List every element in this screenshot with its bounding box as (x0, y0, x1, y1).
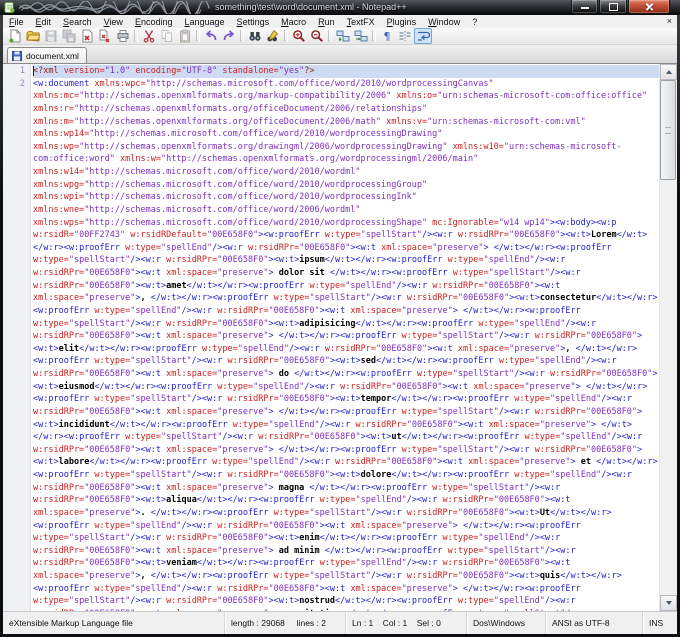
redaction-scribble (17, 1, 212, 14)
notepadpp-window: something\test\word\document.xml - Notep… (0, 0, 680, 637)
status-doc-type: eXtensible Markup Language file (3, 612, 224, 634)
cut-button[interactable] (140, 28, 158, 44)
toolbar-separator (372, 30, 376, 42)
vertical-scrollbar[interactable] (659, 64, 677, 611)
sync-scroll-horizontal-button[interactable] (352, 28, 370, 44)
tab-label: document.xml (26, 51, 79, 61)
open-file-button[interactable] (24, 28, 42, 44)
status-length-lines: length : 29068 lines : 2 (224, 612, 345, 634)
editor-pane[interactable]: 1 2 <?xml version="1.0" encoding="UTF-8"… (3, 63, 677, 611)
minimize-button[interactable] (571, 0, 598, 14)
text-caret (33, 66, 34, 76)
toolbar-separator (134, 30, 138, 42)
menu-textfx[interactable]: TextFX (341, 17, 381, 27)
notepadpp-logo-icon (4, 2, 15, 13)
code-line-1[interactable]: <?xml version="1.0" encoding="UTF-8" sta… (33, 65, 660, 78)
toolbar-separator (240, 30, 244, 42)
zoom-out-button[interactable] (308, 28, 326, 44)
close-document-button[interactable] (78, 28, 96, 44)
menu-encoding[interactable]: Encoding (129, 17, 179, 27)
undo-button[interactable] (202, 28, 220, 44)
zoom-in-button[interactable] (290, 28, 308, 44)
redo-button[interactable] (220, 28, 238, 44)
show-all-characters-button[interactable]: ¶ (378, 28, 396, 44)
scroll-up-button[interactable] (660, 64, 677, 80)
menu-language[interactable]: Language (178, 17, 230, 27)
status-eol-format[interactable]: Dos\Windows (466, 612, 545, 634)
toolbar-separator (284, 30, 288, 42)
menu-plugins[interactable]: Plugins (381, 17, 423, 27)
print-button[interactable] (114, 28, 132, 44)
menubar-close-icon[interactable]: × (667, 15, 672, 28)
menu-search[interactable]: Search (57, 17, 98, 27)
new-file-button[interactable] (6, 28, 24, 44)
menu-edit[interactable]: Edit (30, 17, 58, 27)
maximize-button[interactable] (599, 0, 627, 14)
toolbar-separator (328, 30, 332, 42)
code-line-2[interactable]: <w:document xmlns:wpc="http://schemas.mi… (33, 78, 660, 611)
menu-macro[interactable]: Macro (275, 17, 312, 27)
close-all-button[interactable] (96, 28, 114, 44)
line-number: 2 (20, 78, 25, 91)
saved-file-icon (12, 51, 22, 61)
scrollbar-thumb[interactable] (660, 80, 676, 180)
find-button[interactable] (246, 28, 264, 44)
svg-text:¶: ¶ (384, 30, 391, 43)
text-area[interactable]: <?xml version="1.0" encoding="UTF-8" sta… (31, 64, 660, 611)
title-bar[interactable]: something\test\word\document.xml - Notep… (0, 0, 680, 15)
save-all-button[interactable] (60, 28, 78, 44)
show-indent-guide-button[interactable] (396, 28, 414, 44)
status-insert-mode[interactable]: INS (642, 612, 677, 634)
menu-view[interactable]: View (98, 17, 129, 27)
tab-bar: document.xml (3, 45, 677, 63)
window-title: something\test\word\document.xml - Notep… (215, 2, 407, 12)
line-number: 1 (20, 65, 25, 78)
copy-button[interactable] (158, 28, 176, 44)
sync-scroll-vertical-button[interactable] (334, 28, 352, 44)
menu-run[interactable]: Run (312, 17, 341, 27)
word-wrap-button[interactable] (414, 28, 432, 44)
menu-window[interactable]: Window (422, 17, 466, 27)
toolbar-separator (196, 30, 200, 42)
line-number-gutter: 1 2 (3, 64, 31, 611)
status-caret-position: Ln : 1 Col : 1 Sel : 0 (345, 612, 466, 634)
tab-document-xml[interactable]: document.xml (7, 47, 87, 63)
menu-help[interactable]: ? (466, 17, 483, 27)
save-button[interactable] (42, 28, 60, 44)
menu-bar: File Edit Search View Encoding Language … (3, 15, 677, 28)
status-bar: eXtensible Markup Language file length :… (3, 611, 677, 634)
menu-file[interactable]: File (3, 17, 30, 27)
scroll-down-button[interactable] (660, 595, 677, 611)
paste-button[interactable] (176, 28, 194, 44)
menu-settings[interactable]: Settings (231, 17, 276, 27)
replace-button[interactable] (264, 28, 282, 44)
close-button[interactable] (628, 0, 670, 14)
toolbar: ¶ (3, 28, 677, 45)
status-encoding[interactable]: ANSI as UTF-8 (545, 612, 642, 634)
